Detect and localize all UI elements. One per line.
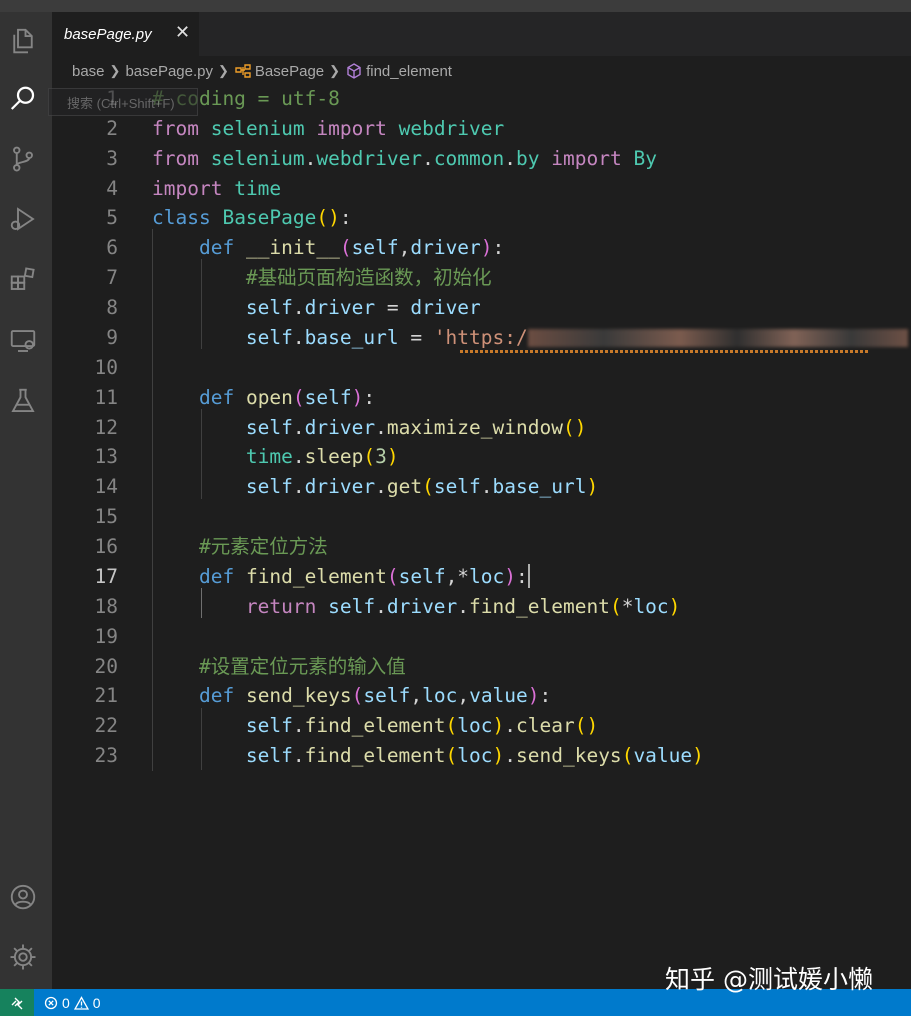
extensions-icon[interactable] bbox=[6, 262, 40, 296]
breadcrumb-class[interactable]: BasePage bbox=[234, 63, 324, 80]
breadcrumb-method-label: find_element bbox=[366, 62, 452, 80]
code-line: 11 def open(self): bbox=[52, 383, 911, 413]
tab-basepage[interactable]: basePage.py ✕ bbox=[52, 12, 199, 56]
breadcrumb-folder[interactable]: base bbox=[72, 63, 105, 80]
code-line: 4 import time bbox=[52, 174, 911, 204]
problems-indicator[interactable]: 0 0 bbox=[44, 995, 101, 1011]
line-number: 15 bbox=[94, 505, 118, 528]
search-ghost-text: 搜索 (Ctrl+Shift+F) bbox=[67, 95, 175, 111]
code-line: 18 return self.driver.find_element(*loc) bbox=[52, 592, 911, 622]
line-number: 21 bbox=[94, 684, 118, 707]
code-line: 10 bbox=[52, 353, 911, 383]
line-number: 22 bbox=[94, 714, 118, 737]
source-control-icon[interactable] bbox=[6, 142, 40, 176]
chevron-right-icon: ❯ bbox=[109, 63, 121, 78]
code-line: 23 self.find_element(loc).send_keys(valu… bbox=[52, 741, 911, 771]
search-overlay-ghost: 搜索 (Ctrl+Shift+F) bbox=[48, 88, 198, 116]
line-number: 20 bbox=[94, 655, 118, 678]
code-editor[interactable]: 1# coding = utf-8 2from selenium import … bbox=[52, 86, 911, 989]
code-line: 6 def __init__(self,driver): bbox=[52, 233, 911, 263]
code-line: 21 def send_keys(self,loc,value): bbox=[52, 681, 911, 711]
code-line: 7 #基础页面构造函数，初始化 bbox=[52, 263, 911, 293]
code-line: 20 #设置定位元素的输入值 bbox=[52, 652, 911, 682]
settings-gear-icon[interactable] bbox=[6, 940, 40, 974]
line-number: 10 bbox=[94, 356, 118, 379]
error-count: 0 bbox=[62, 994, 70, 1011]
text-cursor bbox=[527, 564, 530, 588]
explorer-icon[interactable] bbox=[6, 24, 40, 58]
tab-bar: basePage.py ✕ bbox=[52, 12, 911, 56]
error-icon bbox=[44, 996, 58, 1009]
code-line: 19 bbox=[52, 622, 911, 652]
line-number: 8 bbox=[106, 296, 118, 319]
watermark: 知乎 @测试媛小懒 bbox=[665, 965, 873, 994]
line-number: 23 bbox=[94, 744, 118, 767]
url-string-start: 'https:/ bbox=[433, 326, 528, 349]
activity-bar bbox=[0, 12, 52, 989]
line-number: 12 bbox=[94, 416, 118, 439]
breadcrumb: base ❯ basePage.py ❯ BasePage ❯ find_ele… bbox=[52, 56, 911, 86]
method-symbol-icon bbox=[347, 63, 361, 79]
breadcrumb-class-label: BasePage bbox=[254, 62, 325, 80]
code-line: 12 self.driver.maximize_window() bbox=[52, 413, 911, 443]
line-number: 7 bbox=[106, 266, 118, 289]
breadcrumb-file[interactable]: basePage.py bbox=[125, 63, 213, 80]
code-line-current: 17 def find_element(self,*loc): bbox=[52, 562, 911, 592]
warning-icon bbox=[73, 995, 89, 1010]
line-number: 5 bbox=[106, 206, 118, 229]
code-line: 14 self.driver.get(self.base_url) bbox=[52, 472, 911, 502]
search-icon[interactable] bbox=[6, 82, 40, 116]
tab-label: basePage.py bbox=[64, 25, 152, 43]
line-number: 3 bbox=[106, 147, 118, 170]
line-number: 18 bbox=[94, 595, 118, 618]
line-number: 6 bbox=[106, 236, 118, 259]
line-number: 11 bbox=[94, 386, 118, 409]
chevron-right-icon: ❯ bbox=[329, 63, 341, 78]
remote-explorer-icon[interactable] bbox=[6, 324, 40, 358]
testing-icon[interactable] bbox=[6, 384, 40, 418]
line-number: 19 bbox=[94, 625, 118, 648]
code-line: 22 self.find_element(loc).clear() bbox=[52, 711, 911, 741]
line-number: 16 bbox=[94, 535, 118, 558]
line-number: 14 bbox=[94, 475, 118, 498]
line-number: 9 bbox=[106, 326, 118, 349]
code-line: 13 time.sleep(3) bbox=[52, 442, 911, 472]
class-symbol-icon bbox=[235, 64, 251, 78]
code-line: 8 self.driver = driver bbox=[52, 293, 911, 323]
code-line: 15 bbox=[52, 502, 911, 532]
redacted-url bbox=[527, 329, 908, 347]
code-line: 3 from selenium.webdriver.common.by impor… bbox=[52, 144, 911, 174]
code-line: 2 from selenium import webdriver bbox=[52, 114, 911, 144]
line-number: 2 bbox=[106, 117, 118, 140]
code-line: 5 class BasePage(): bbox=[52, 203, 911, 233]
title-bar bbox=[0, 0, 911, 12]
remote-indicator[interactable] bbox=[0, 989, 34, 1016]
warning-count: 0 bbox=[92, 994, 101, 1011]
code-line: 9 self.base_url = 'https:/' bbox=[52, 323, 911, 353]
remote-icon bbox=[11, 997, 23, 1009]
line-number: 4 bbox=[106, 177, 118, 200]
line-number: 17 bbox=[94, 565, 118, 588]
code-line: 16 #元素定位方法 bbox=[52, 532, 911, 562]
close-icon[interactable]: ✕ bbox=[175, 22, 190, 43]
chevron-right-icon: ❯ bbox=[218, 63, 229, 78]
accounts-icon[interactable] bbox=[6, 880, 40, 914]
run-debug-icon[interactable] bbox=[6, 202, 40, 236]
breadcrumb-method[interactable]: find_element bbox=[345, 62, 452, 80]
line-number: 13 bbox=[94, 445, 118, 468]
